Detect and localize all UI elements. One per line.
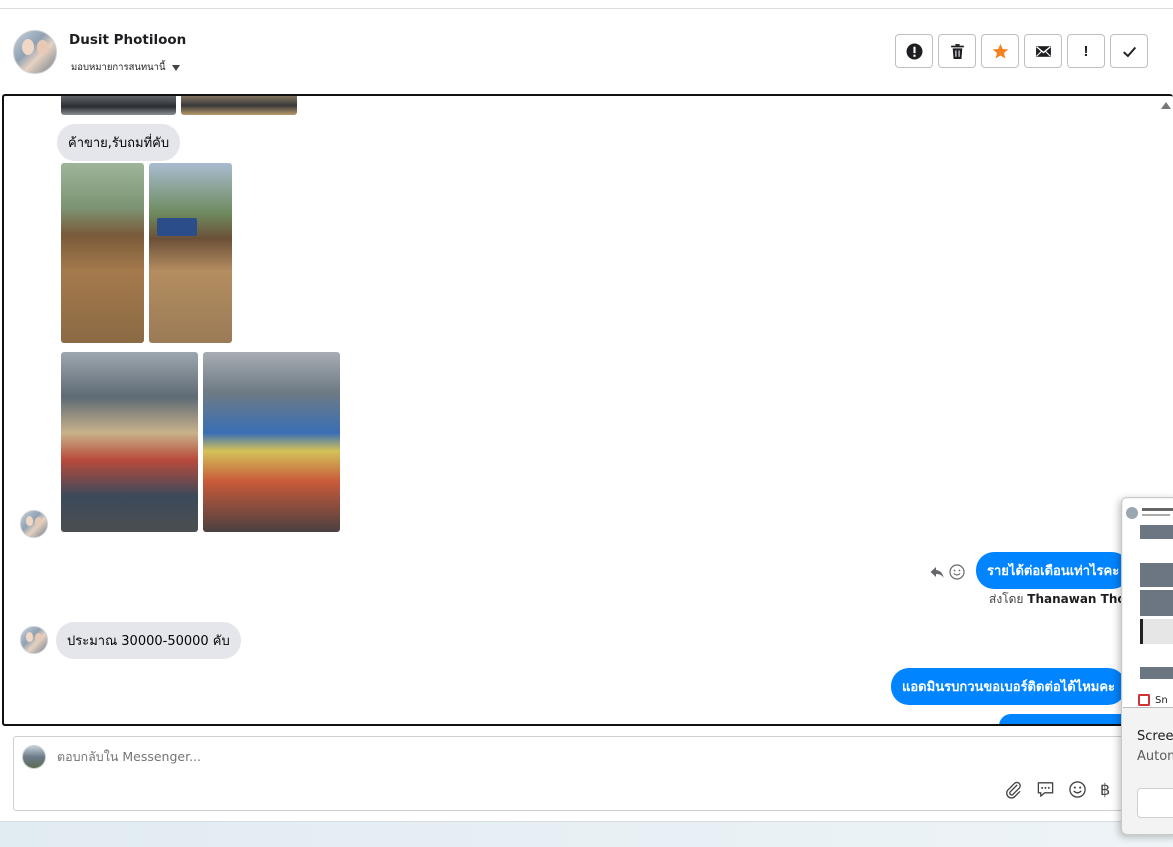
star-icon [992,43,1008,59]
trash-icon [950,43,964,59]
thumb-image [1140,590,1173,616]
notification-description: Autom [1137,749,1173,764]
shared-photo-car-1[interactable] [61,96,176,115]
thumb-image [1140,619,1173,644]
envelope-icon [1035,45,1051,57]
check-icon [1122,46,1136,57]
payment-icon[interactable]: ฿ [1100,780,1110,799]
mark-done-button[interactable] [1110,34,1148,68]
message-tools [929,564,965,580]
shared-photo-market-1[interactable] [61,352,198,532]
thumb-line [1142,514,1170,516]
alert-circle-icon [906,43,922,59]
contact-avatar-small[interactable] [20,510,48,538]
snipping-tool-label: Sn [1155,694,1168,706]
snipping-tool-icon [1138,694,1150,706]
outgoing-message[interactable]: แอดมินรบกวนขอเบอร์ติดต่อได้ไหมคะ [891,668,1127,705]
contact-name[interactable]: Dusit Photiloon [69,32,186,48]
footer-bar [0,821,1173,847]
star-button[interactable] [981,34,1019,68]
truck-figure [157,218,197,236]
mark-unread-button[interactable] [1024,34,1062,68]
scroll-up-arrow-icon[interactable] [1161,102,1171,109]
shared-photo-field-1[interactable] [61,163,144,343]
header-actions: ! [895,34,1148,68]
reply-box: ฿ [13,736,1168,811]
thumb-image [1140,525,1173,539]
page-avatar [22,745,46,769]
thumb-image [1140,667,1173,679]
sent-by-name: Thanawan Thon [1027,592,1135,606]
exclamation-icon: ! [1083,42,1089,60]
message-thread[interactable]: ค้าขาย,รับถมที่คับ รายได้ต่อเดือนเท่าไรค… [2,94,1173,726]
screenshot-thumbnail [1123,499,1173,708]
emoji-icon[interactable] [1068,780,1087,799]
outgoing-message[interactable]: รายได้ต่อเดือนเท่าไรคะ [976,552,1131,589]
contact-avatar[interactable] [13,30,57,74]
thumb-image [1140,563,1173,587]
emoji-reaction-icon[interactable] [949,564,965,580]
sent-by-prefix: ส่งโดย [989,592,1024,606]
sent-by-label: ส่งโดย Thanawan Thon [989,590,1134,609]
conversation-header: Dusit Photiloon มอบหมายการสนทนานี้ ! [0,9,1173,93]
thumb-line [1142,508,1173,511]
incoming-message[interactable]: ประมาณ 30000-50000 คับ [56,622,241,659]
incoming-message[interactable]: ค้าขาย,รับถมที่คับ [57,124,181,161]
notification-title: Screen [1137,729,1173,744]
reply-input[interactable] [57,749,957,764]
assign-conversation-dropdown[interactable]: มอบหมายการสนทนานี้ [71,60,180,75]
shared-photo-car-2[interactable] [181,96,297,115]
shared-photo-field-2[interactable] [149,163,232,343]
snipping-tool-brand: Sn [1138,694,1168,706]
saved-reply-icon[interactable] [1036,780,1055,799]
delete-button[interactable] [938,34,976,68]
follow-up-button[interactable]: ! [1067,34,1105,68]
snipping-tool-notification[interactable]: Sn Screen Autom [1121,497,1173,835]
outgoing-message-partial[interactable] [999,714,1139,724]
shared-photo-market-2[interactable] [203,352,340,532]
thumb-avatar [1126,507,1138,519]
reply-tools: ฿ [1004,780,1110,799]
contact-avatar-small[interactable] [20,626,48,654]
notification-action-button[interactable] [1137,788,1173,818]
paperclip-icon[interactable] [1004,780,1023,799]
reply-arrow-icon[interactable] [929,564,945,580]
assign-label: มอบหมายการสนทนานี้ [71,62,166,73]
caret-down-icon [171,64,180,71]
spam-button[interactable] [895,34,933,68]
